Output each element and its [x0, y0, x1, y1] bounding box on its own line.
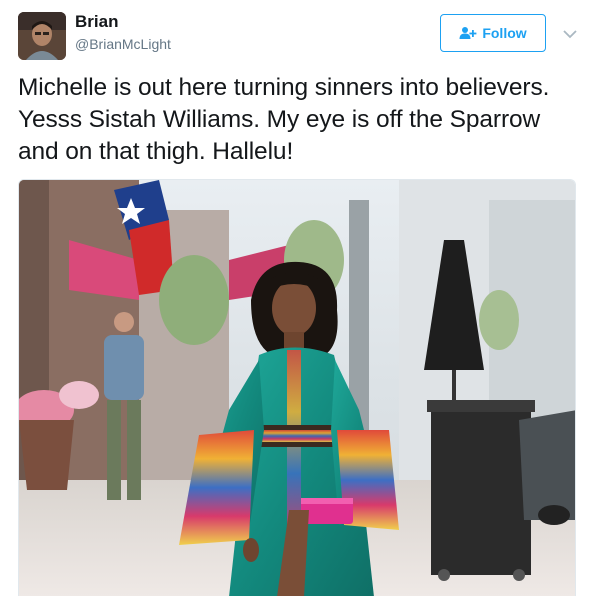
tweet-text: Michelle is out here turning sinners int… [18, 74, 550, 165]
avatar-photo-icon [18, 12, 66, 60]
author-handle[interactable]: @BrianMcLight [75, 36, 171, 52]
avatar[interactable] [18, 12, 66, 60]
tweet-photo[interactable] [18, 179, 576, 596]
author-display-name[interactable]: Brian [75, 12, 118, 32]
chevron-down-icon[interactable] [563, 26, 577, 39]
photo-woman-teal-dress-icon [19, 180, 575, 596]
follow-button-label: Follow [482, 25, 527, 41]
add-user-icon [459, 26, 477, 40]
follow-button[interactable]: Follow [440, 14, 546, 52]
